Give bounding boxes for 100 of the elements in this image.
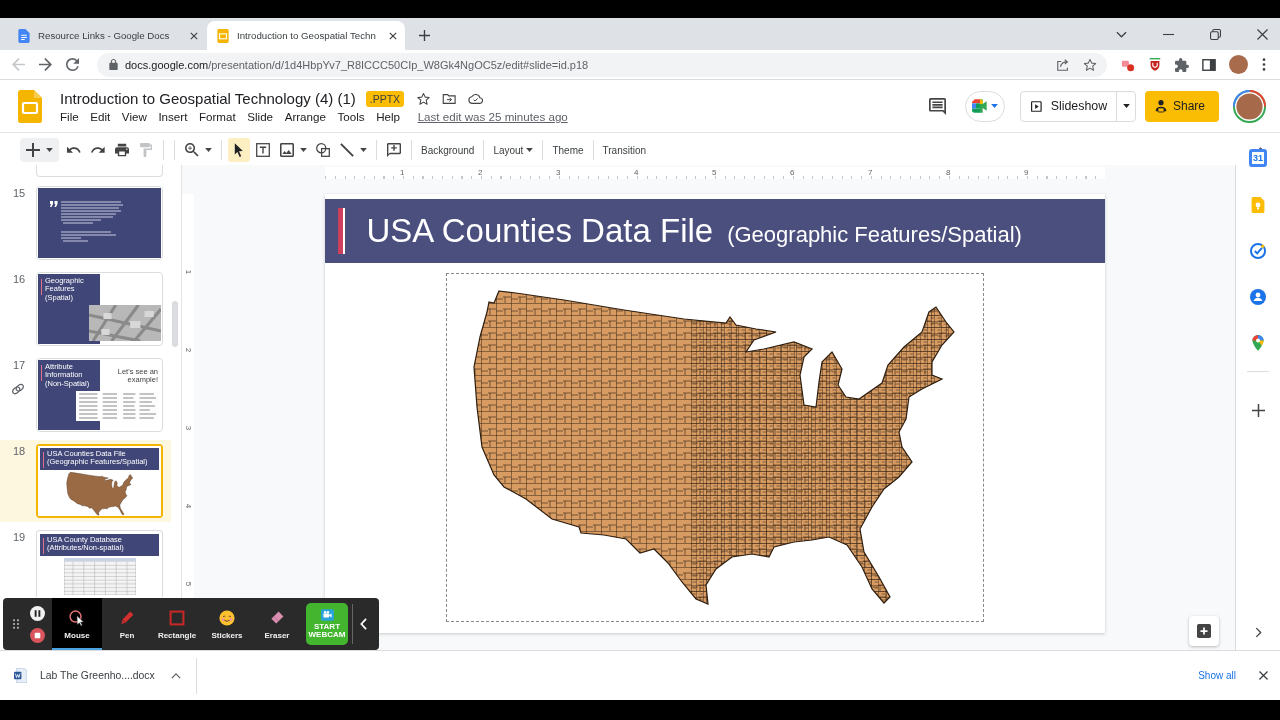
slide-title: USA Counties Data File <box>366 212 714 250</box>
star-icon[interactable] <box>416 91 432 106</box>
aerial-photo-placeholder <box>89 304 161 341</box>
scrollbar-thumb[interactable] <box>172 301 178 347</box>
word-document-icon <box>14 668 27 683</box>
toolbar-button[interactable]: Theme <box>548 138 588 162</box>
drag-handle-icon[interactable] <box>13 619 19 629</box>
restore-icon[interactable] <box>1210 29 1221 40</box>
toolbar-button[interactable]: Layout <box>489 138 538 162</box>
share-button[interactable]: Share <box>1145 90 1219 122</box>
menu-item[interactable]: Arrange <box>284 110 326 123</box>
image-icon <box>280 143 294 157</box>
eraser-icon <box>269 610 285 626</box>
pen-icon <box>119 610 135 626</box>
slideshow-button[interactable]: Slideshow <box>1020 90 1136 122</box>
caret-icon[interactable] <box>1123 104 1130 108</box>
side-panel-icon[interactable] <box>1202 57 1216 72</box>
menu-item[interactable]: File <box>60 110 79 123</box>
zoom-icon[interactable] <box>185 143 199 157</box>
accent-bar <box>337 208 345 254</box>
eraser-tool-button[interactable]: Eraser <box>252 598 302 650</box>
slide-number: 18 <box>13 445 26 457</box>
play-icon <box>1031 99 1042 113</box>
menu-item[interactable]: View <box>121 110 147 123</box>
usa-county-map-drawing <box>64 472 135 516</box>
slide-number: 17 <box>13 359 26 371</box>
reload-icon[interactable] <box>66 58 79 71</box>
caret-icon <box>991 104 998 108</box>
forward-icon[interactable] <box>39 58 52 71</box>
person-icon <box>1155 99 1167 113</box>
plus-icon[interactable] <box>419 30 430 41</box>
chevron-up-icon[interactable] <box>170 672 181 679</box>
menu-item[interactable]: Insert <box>158 110 188 123</box>
slide-thumbnail[interactable] <box>36 165 163 177</box>
pause-icon[interactable] <box>30 605 45 621</box>
plus-icon[interactable] <box>1251 404 1265 417</box>
menu-item[interactable]: Format <box>198 110 236 123</box>
mouse-tool-button[interactable]: Mouse <box>52 598 102 650</box>
meet-button[interactable] <box>965 90 1005 122</box>
menu-item[interactable]: Edit <box>90 110 111 123</box>
shield-icon[interactable] <box>1148 57 1162 72</box>
avatar-icon[interactable] <box>1233 89 1266 123</box>
slide-number: 15 <box>13 187 26 199</box>
smiley-icon <box>219 610 235 626</box>
download-item[interactable]: Lab The Greenho....docx <box>14 651 181 700</box>
presentation-icon <box>217 28 229 43</box>
menu-item[interactable]: Slide <box>247 110 274 123</box>
caret-icon[interactable] <box>205 148 212 152</box>
close-icon[interactable] <box>1257 29 1268 40</box>
square-icon <box>169 610 185 626</box>
address-bar[interactable]: docs.google.com/presentation/d/1d4HbpYv7_R8ICCC50CIp_W8Gk4NgOC5z/edit#slide=id.p18 <box>97 52 1107 77</box>
caret-icon[interactable] <box>300 148 307 152</box>
chevron-right-icon[interactable] <box>1254 627 1262 638</box>
map-image[interactable] <box>445 273 984 622</box>
puzzle-icon[interactable] <box>1175 57 1189 72</box>
cloud-check-icon[interactable] <box>468 91 484 106</box>
map-pin-icon[interactable] <box>1250 335 1266 351</box>
shapes-icon <box>316 143 330 157</box>
plus-box-button[interactable] <box>1189 616 1219 646</box>
plus-icon <box>26 143 40 157</box>
toolbar-button[interactable]: Background <box>417 138 479 162</box>
close-icon[interactable] <box>389 31 397 40</box>
video-camera-icon <box>972 99 988 113</box>
menu-item[interactable]: Tools <box>337 110 365 123</box>
comment-plus-icon[interactable] <box>387 143 401 157</box>
browser-tab[interactable]: Resource Links - Google Docs <box>8 21 206 50</box>
chevron-left-icon[interactable] <box>360 618 367 630</box>
print-icon[interactable] <box>115 143 129 157</box>
check-circle-icon[interactable] <box>1250 243 1266 259</box>
plus-box-icon <box>1197 624 1211 638</box>
calendar-icon[interactable]: 31 <box>1249 149 1267 167</box>
chevron-down-icon[interactable] <box>1116 29 1127 40</box>
person-circle-icon[interactable] <box>1250 289 1266 305</box>
document-icon <box>18 28 30 43</box>
last-edit-link[interactable]: Last edit was 25 minutes ago <box>417 110 568 123</box>
new-slide-button[interactable] <box>20 138 59 162</box>
stickers-tool-button[interactable]: Stickers <box>202 598 252 650</box>
share-icon[interactable] <box>1056 57 1070 72</box>
stop-icon[interactable] <box>30 627 45 643</box>
slide-subtitle: (Geographic Features/Spatial) <box>727 221 1022 248</box>
close-icon[interactable] <box>190 31 198 40</box>
cursor-circle-icon <box>69 610 85 626</box>
menu-item[interactable]: Help <box>376 110 401 123</box>
star-icon[interactable] <box>1083 57 1097 72</box>
file-type-badge: .PPTX <box>365 90 405 107</box>
toolbar-button[interactable]: Transition <box>598 138 651 162</box>
document-title[interactable]: Introduction to Geospatial Technology (4) (1) <box>60 90 356 107</box>
comment-icon[interactable] <box>929 97 946 115</box>
caret-icon[interactable] <box>360 148 367 152</box>
close-icon[interactable] <box>1259 671 1268 680</box>
video-camera-icon <box>320 609 334 621</box>
show-all-button[interactable]: Show all <box>1190 664 1244 687</box>
pen-tool-button[interactable]: Pen <box>102 598 152 650</box>
text-box-icon <box>256 143 270 157</box>
menu-icon[interactable] <box>1262 58 1266 71</box>
slide-number: 19 <box>13 531 26 543</box>
browser-tab[interactable]: Introduction to Geospatial Techn <box>207 21 405 50</box>
select-tool[interactable] <box>228 138 250 162</box>
folder-arrow-icon[interactable] <box>442 91 458 106</box>
avatar-icon[interactable] <box>1229 55 1248 74</box>
